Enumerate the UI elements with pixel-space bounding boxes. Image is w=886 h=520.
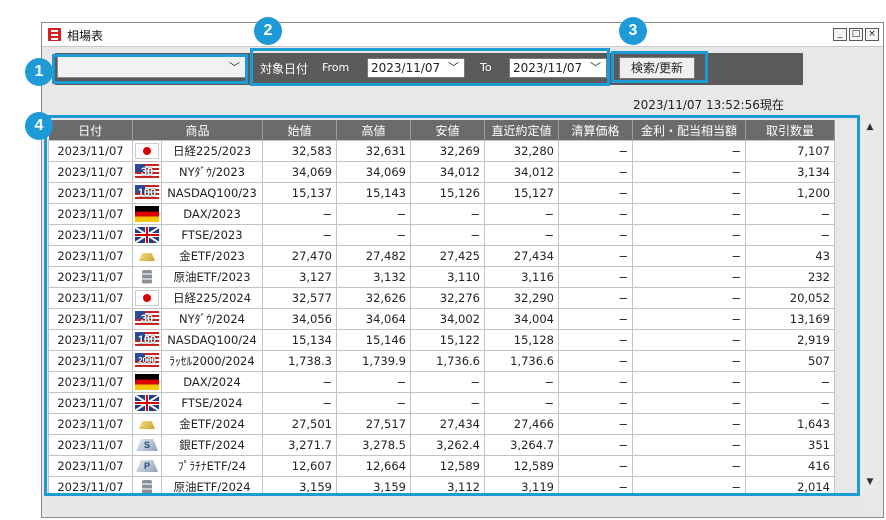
callout-2-frame xyxy=(250,48,610,86)
callout-badge-1: 1 xyxy=(25,58,53,86)
scroll-up-icon[interactable]: ▲ xyxy=(861,122,879,138)
title-bar: 相場表 _ □ × xyxy=(42,23,883,47)
callout-badge-3: 3 xyxy=(619,17,647,45)
app-logo-icon xyxy=(48,28,61,41)
maximize-button[interactable]: □ xyxy=(849,28,863,41)
callout-3-frame xyxy=(611,51,708,83)
callout-1-frame xyxy=(52,54,248,84)
window-title: 相場表 xyxy=(67,29,104,43)
minimize-button[interactable]: _ xyxy=(833,28,847,41)
vertical-scrollbar[interactable]: ▲ ▼ xyxy=(861,120,879,495)
scroll-down-icon[interactable]: ▼ xyxy=(861,477,879,493)
horizontal-scrollbar[interactable] xyxy=(48,495,861,511)
callout-badge-2: 2 xyxy=(254,17,282,45)
callout-badge-4: 4 xyxy=(25,112,53,140)
callout-4-frame xyxy=(44,115,860,496)
timestamp: 2023/11/07 13:52:56現在 xyxy=(633,98,784,112)
close-button[interactable]: × xyxy=(865,28,879,41)
